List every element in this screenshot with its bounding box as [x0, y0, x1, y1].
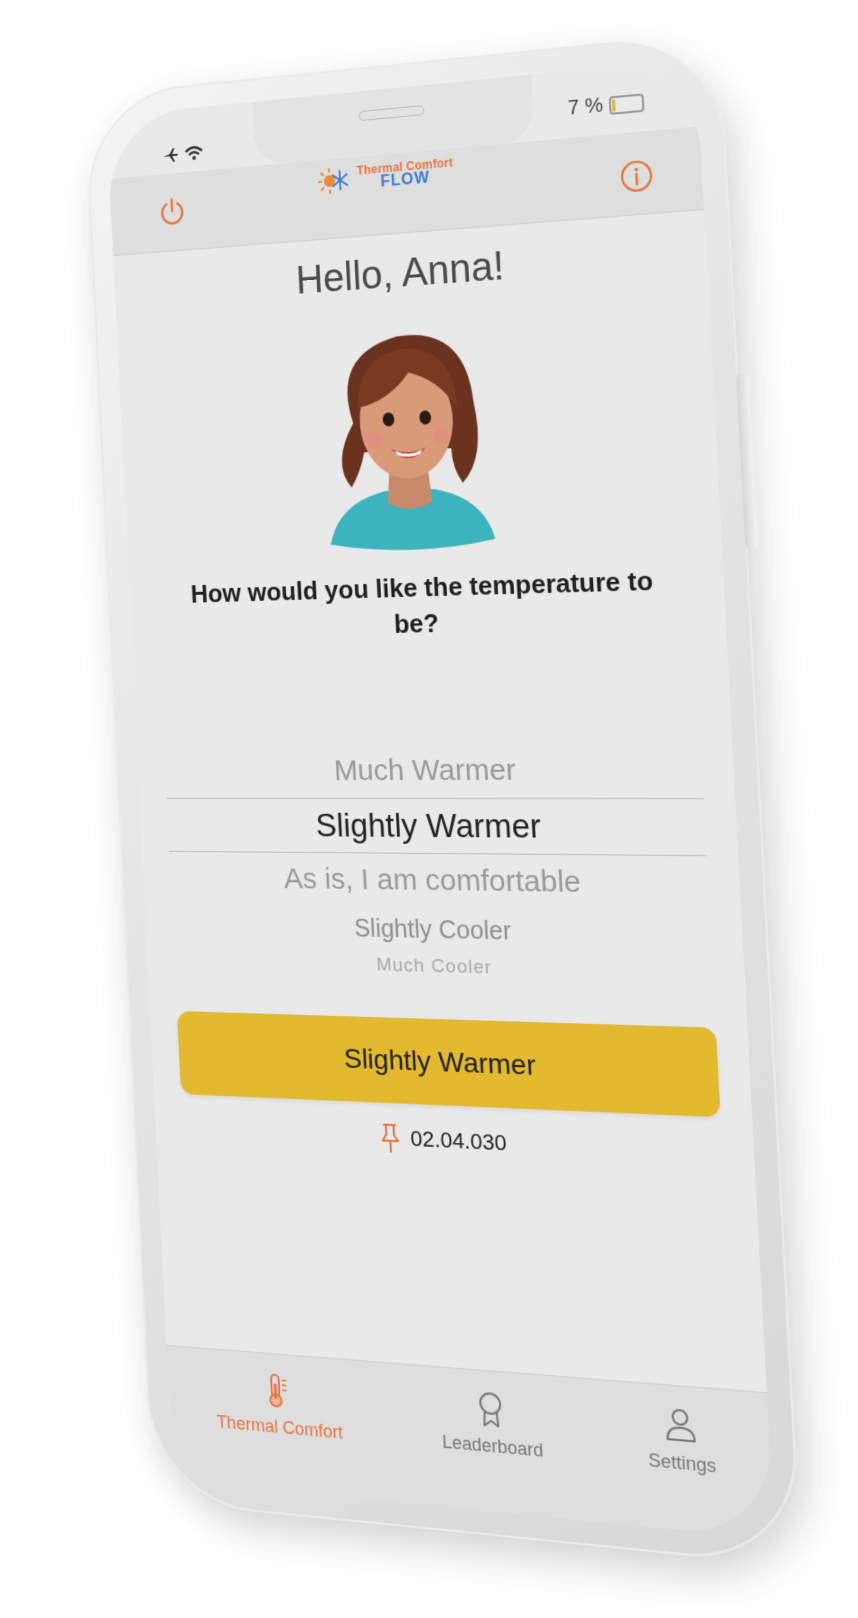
pin-icon [379, 1121, 402, 1154]
sun-snowflake-icon [316, 161, 352, 199]
status-icons [162, 144, 204, 170]
award-ribbon-icon [473, 1388, 509, 1429]
tab-label: Settings [647, 1449, 717, 1477]
phone-screen: 7 % Thermal Comfort FLOW Hello, Anna! Ho… [106, 58, 775, 1540]
speaker-grille [358, 105, 425, 122]
question-text: How would you like the temperature to be… [189, 565, 654, 639]
phone-side-button [735, 372, 759, 550]
location-row: 02.04.030 [155, 1111, 755, 1172]
tab-leaderboard[interactable]: Leaderboard [439, 1385, 546, 1517]
picker-option-selected[interactable]: Slightly Warmer [166, 797, 707, 857]
logo-text: Thermal Comfort FLOW [356, 155, 454, 192]
picker-option[interactable]: As is, I am comfortable [169, 852, 709, 912]
phone-frame: 7 % Thermal Comfort FLOW Hello, Anna! Ho… [83, 31, 802, 1568]
wifi-icon [183, 145, 204, 161]
picker-option[interactable]: Much Warmer [164, 742, 704, 798]
info-icon[interactable] [618, 157, 655, 195]
thermometer-icon [261, 1371, 295, 1411]
tab-label: Leaderboard [441, 1431, 544, 1461]
battery-status: 7 % [567, 90, 645, 121]
temperature-picker[interactable]: Much Warmer Slightly Warmer As is, I am … [164, 742, 714, 989]
submit-vote-button[interactable]: Slightly Warmer [177, 1011, 721, 1118]
tab-bar: Thermal Comfort Leaderboard Settings [166, 1344, 775, 1540]
person-icon [661, 1403, 698, 1445]
location-code: 02.04.030 [409, 1125, 508, 1156]
battery-icon [608, 92, 645, 115]
avatar [328, 331, 496, 553]
tab-label: Thermal Comfort [216, 1411, 344, 1443]
tab-thermal-comfort[interactable]: Thermal Comfort [214, 1367, 346, 1497]
stage: 7 % Thermal Comfort FLOW Hello, Anna! Ho… [0, 0, 858, 1618]
battery-percent: 7 % [567, 94, 604, 120]
tab-settings[interactable]: Settings [645, 1402, 719, 1534]
battery-level [611, 98, 616, 112]
power-icon[interactable] [157, 195, 187, 228]
airplane-icon [162, 147, 178, 163]
